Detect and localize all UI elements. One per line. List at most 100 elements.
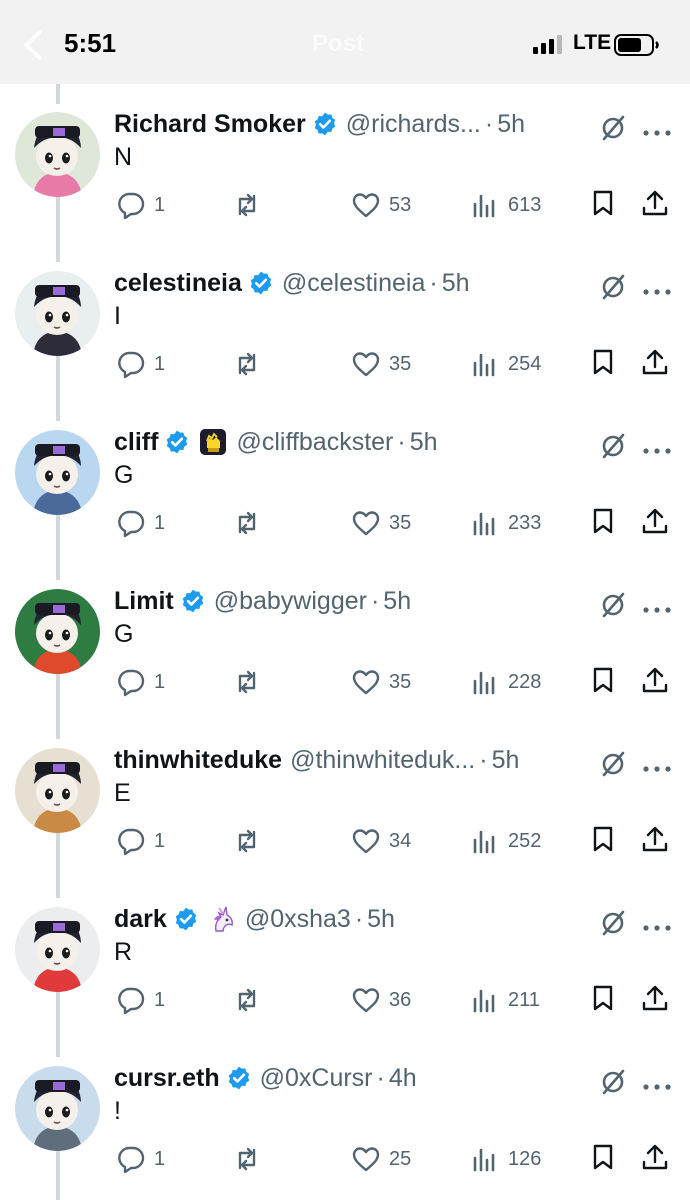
repost-button[interactable]: [232, 1142, 262, 1176]
like-button[interactable]: 25: [351, 1142, 411, 1176]
reply-icon: [118, 192, 145, 220]
tweet-item[interactable]: cliff @cliffbackster · 5h G 1 35 233: [0, 406, 690, 565]
tweet-item[interactable]: dark @0xsha3 · 5h R 1 36 211: [0, 883, 690, 1042]
reply-button[interactable]: 1: [116, 347, 165, 381]
grok-icon[interactable]: [598, 749, 628, 779]
reply-button[interactable]: 1: [116, 665, 165, 699]
handle[interactable]: @thinwhiteduk...: [290, 746, 475, 775]
share-button[interactable]: [640, 188, 670, 222]
repost-button[interactable]: [232, 983, 262, 1017]
repost-button[interactable]: [232, 188, 262, 222]
like-button[interactable]: 35: [351, 506, 411, 540]
share-button[interactable]: [640, 983, 670, 1017]
reply-button[interactable]: 1: [116, 188, 165, 222]
avatar[interactable]: [15, 112, 100, 197]
bookmark-button[interactable]: [588, 188, 618, 222]
grok-icon[interactable]: [598, 1067, 628, 1097]
more-options-icon[interactable]: [642, 124, 672, 136]
reply-button[interactable]: 1: [116, 983, 165, 1017]
timestamp[interactable]: 5h: [497, 110, 525, 139]
display-name[interactable]: dark: [114, 905, 167, 934]
handle[interactable]: @babywigger: [214, 587, 367, 616]
timestamp[interactable]: 5h: [410, 428, 438, 457]
tweet-item[interactable]: celestineia @celestineia · 5h I 1 35 254: [0, 247, 690, 406]
views-icon: [473, 989, 495, 1013]
timestamp[interactable]: 5h: [367, 905, 395, 934]
display-name[interactable]: cursr.eth: [114, 1064, 220, 1093]
views-button[interactable]: 252: [470, 824, 541, 858]
reply-button[interactable]: 1: [116, 824, 165, 858]
views-button[interactable]: 126: [470, 1142, 541, 1176]
views-button[interactable]: 613: [470, 188, 541, 222]
handle[interactable]: @richards...: [346, 110, 481, 139]
grok-icon[interactable]: [598, 590, 628, 620]
tweet-item[interactable]: cursr.eth @0xCursr · 4h! 1 25 126: [0, 1042, 690, 1200]
timestamp[interactable]: 4h: [389, 1064, 417, 1093]
display-name[interactable]: cliff: [114, 428, 158, 457]
like-button[interactable]: 34: [351, 824, 411, 858]
bookmark-button[interactable]: [588, 983, 618, 1017]
more-options-icon[interactable]: [642, 601, 672, 613]
share-button[interactable]: [640, 506, 670, 540]
avatar[interactable]: [15, 907, 100, 992]
more-options-icon[interactable]: [642, 919, 672, 931]
handle[interactable]: @celestineia: [282, 269, 426, 298]
display-name[interactable]: celestineia: [114, 269, 242, 298]
views-button[interactable]: 228: [470, 665, 541, 699]
like-button[interactable]: 53: [351, 188, 411, 222]
avatar[interactable]: [15, 748, 100, 833]
repost-button[interactable]: [232, 665, 262, 699]
heart-icon: [352, 988, 380, 1013]
repost-button[interactable]: [232, 824, 262, 858]
avatar[interactable]: [15, 1066, 100, 1151]
reply-button[interactable]: 1: [116, 506, 165, 540]
tweet-item[interactable]: Richard Smoker @richards... · 5h N 1 53 613: [0, 88, 690, 247]
handle[interactable]: @0xsha3: [245, 905, 351, 934]
tweet-item[interactable]: Limit @babywigger · 5h G 1 35 228: [0, 565, 690, 724]
handle[interactable]: @cliffbackster: [236, 428, 393, 457]
grok-icon[interactable]: [598, 272, 628, 302]
back-arrow-icon[interactable]: [18, 28, 58, 62]
more-options-icon[interactable]: [642, 283, 672, 295]
tweet-header: cursr.eth @0xCursr · 4h: [114, 1061, 417, 1095]
display-name[interactable]: Richard Smoker: [114, 110, 306, 139]
avatar[interactable]: [15, 430, 100, 515]
tweet-item[interactable]: thinwhiteduke @thinwhiteduk... · 5h E 1 34 252: [0, 724, 690, 883]
timestamp[interactable]: 5h: [383, 587, 411, 616]
grok-icon[interactable]: [598, 908, 628, 938]
handle[interactable]: @0xCursr: [260, 1064, 373, 1093]
share-button[interactable]: [640, 665, 670, 699]
display-name[interactable]: thinwhiteduke: [114, 746, 282, 775]
repost-button[interactable]: [232, 347, 262, 381]
reply-button[interactable]: 1: [116, 1142, 165, 1176]
avatar[interactable]: [15, 589, 100, 674]
bookmark-button[interactable]: [588, 1142, 618, 1176]
verified-badge-icon: [228, 1066, 249, 1090]
more-options-icon[interactable]: [642, 1078, 672, 1090]
grok-icon[interactable]: [598, 113, 628, 143]
views-button[interactable]: 233: [470, 506, 541, 540]
views-button[interactable]: 211: [470, 983, 540, 1017]
like-button[interactable]: 35: [351, 347, 411, 381]
timestamp[interactable]: 5h: [442, 269, 470, 298]
bookmark-button[interactable]: [588, 506, 618, 540]
share-button[interactable]: [640, 347, 670, 381]
views-button[interactable]: 254: [470, 347, 541, 381]
reply-icon: [118, 351, 145, 379]
fist-badge-icon: [200, 429, 227, 455]
bookmark-button[interactable]: [588, 347, 618, 381]
timestamp[interactable]: 5h: [492, 746, 520, 775]
more-options-icon[interactable]: [642, 442, 672, 454]
repost-button[interactable]: [232, 506, 262, 540]
bookmark-button[interactable]: [588, 824, 618, 858]
share-button[interactable]: [640, 1142, 670, 1176]
views-icon: [473, 1148, 495, 1172]
more-options-icon[interactable]: [642, 760, 672, 772]
like-button[interactable]: 36: [351, 983, 411, 1017]
avatar[interactable]: [15, 271, 100, 356]
share-button[interactable]: [640, 824, 670, 858]
display-name[interactable]: Limit: [114, 587, 174, 616]
grok-icon[interactable]: [598, 431, 628, 461]
like-button[interactable]: 35: [351, 665, 411, 699]
bookmark-button[interactable]: [588, 665, 618, 699]
